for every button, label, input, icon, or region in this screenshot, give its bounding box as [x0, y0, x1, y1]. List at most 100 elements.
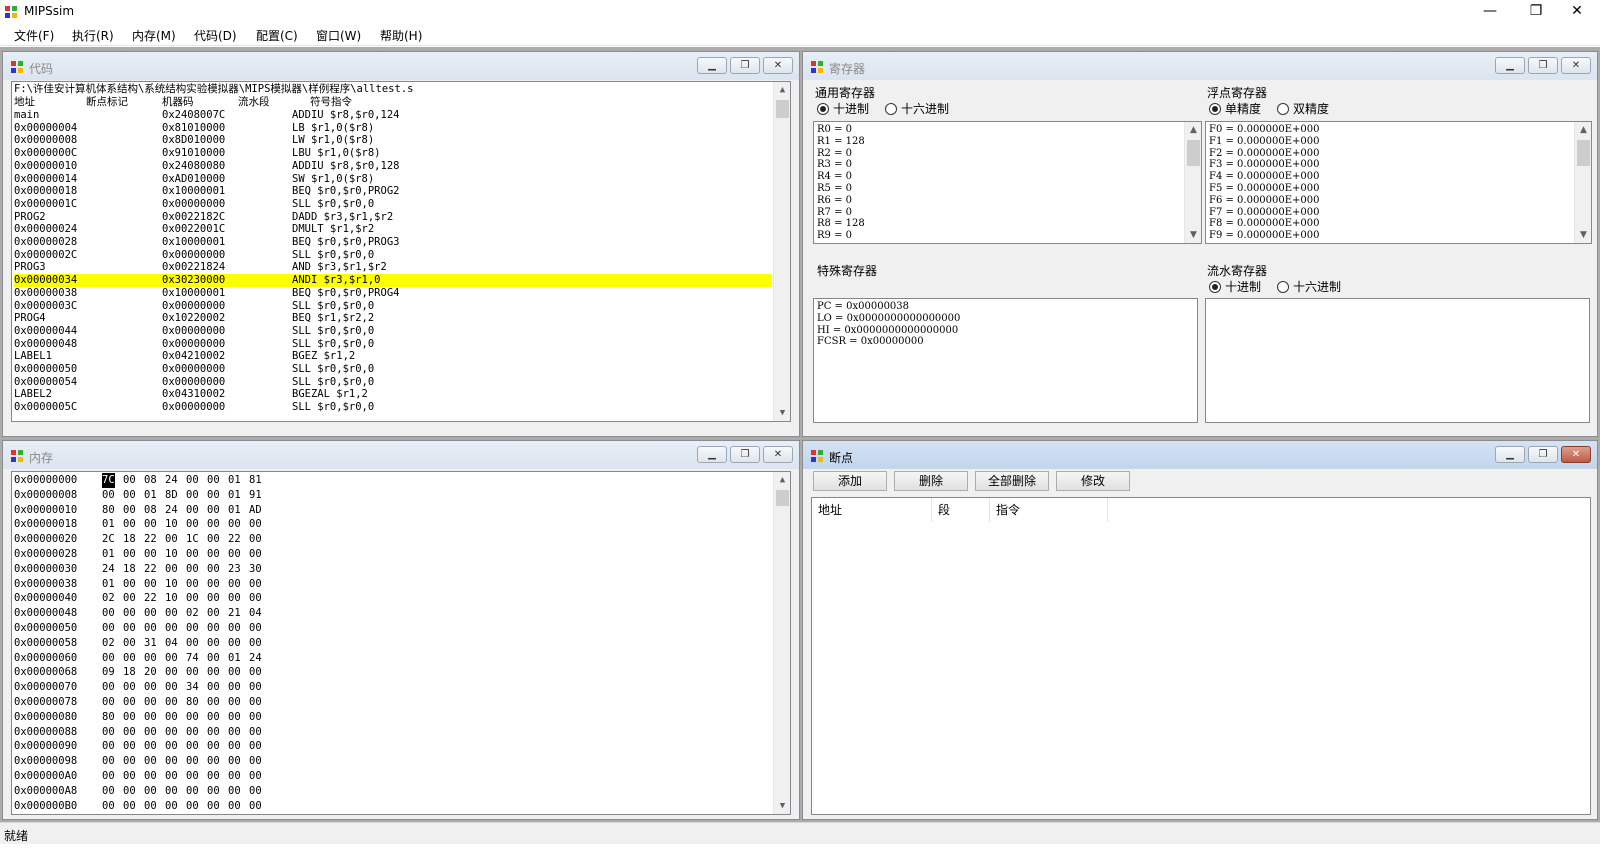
memory-byte[interactable]: 74 [186, 651, 199, 666]
memory-byte[interactable]: 00 [165, 739, 178, 754]
memory-byte[interactable]: 00 [102, 725, 115, 740]
memory-byte[interactable]: 00 [207, 784, 220, 799]
memory-byte[interactable]: 00 [186, 665, 199, 680]
memory-byte[interactable]: 00 [228, 695, 241, 710]
modify-button[interactable]: 修改 [1056, 471, 1130, 491]
memory-byte[interactable]: 10 [165, 577, 178, 592]
memory-byte[interactable]: 00 [123, 784, 136, 799]
memory-byte[interactable]: 00 [228, 680, 241, 695]
memory-byte[interactable]: 00 [144, 710, 157, 725]
memory-byte[interactable]: 00 [207, 636, 220, 651]
memory-byte[interactable]: 00 [144, 517, 157, 532]
memory-byte[interactable]: 00 [123, 517, 136, 532]
memory-byte[interactable]: 00 [207, 517, 220, 532]
memory-byte[interactable]: 1C [186, 532, 199, 547]
memory-byte[interactable]: 7C [102, 473, 115, 488]
memory-window-titlebar[interactable]: 内存 ▁ ❐ ✕ [3, 441, 799, 469]
memory-byte[interactable]: 00 [186, 591, 199, 606]
scroll-down-icon[interactable]: ▼ [1575, 227, 1591, 243]
memory-byte[interactable]: 01 [144, 488, 157, 503]
memory-byte[interactable]: 00 [102, 695, 115, 710]
code-row[interactable]: 0x00000050 0x00000000 SLL $r0,$r0,0 [14, 363, 772, 376]
pipeline-decimal-radio[interactable]: 十进制 [1209, 278, 1261, 295]
memory-byte[interactable]: 00 [144, 547, 157, 562]
memory-byte[interactable]: 00 [249, 725, 262, 740]
memory-byte[interactable]: 00 [123, 651, 136, 666]
minimize-button[interactable]: — [1467, 0, 1513, 24]
memory-byte[interactable]: 00 [165, 665, 178, 680]
memory-byte[interactable]: 00 [249, 769, 262, 784]
code-row[interactable]: 0x00000034 0x30230000 ANDI $r3,$r1,0 [14, 274, 772, 287]
memory-byte[interactable]: 00 [165, 784, 178, 799]
memory-byte[interactable]: 00 [186, 725, 199, 740]
code-row[interactable]: 0x00000014 0xAD010000 SW $r1,0($r8) [14, 173, 772, 186]
memory-byte[interactable]: 02 [186, 606, 199, 621]
memory-byte[interactable]: 02 [102, 636, 115, 651]
memory-byte[interactable]: 10 [165, 517, 178, 532]
memory-byte[interactable]: 00 [123, 799, 136, 814]
float-double-radio[interactable]: 双精度 [1277, 100, 1329, 117]
memory-byte[interactable]: 00 [165, 651, 178, 666]
restore-icon[interactable]: ❐ [1528, 446, 1558, 463]
memory-byte[interactable]: 00 [207, 606, 220, 621]
memory-byte[interactable]: 00 [228, 621, 241, 636]
memory-byte[interactable]: 00 [144, 577, 157, 592]
memory-byte[interactable]: 00 [207, 665, 220, 680]
memory-byte[interactable]: 00 [123, 754, 136, 769]
memory-byte[interactable]: 80 [186, 695, 199, 710]
breakpoint-window-titlebar[interactable]: 断点 ▁ ❐ ✕ [803, 441, 1597, 469]
memory-byte[interactable]: 00 [165, 621, 178, 636]
memory-byte[interactable]: 00 [207, 473, 220, 488]
code-row[interactable]: 0x0000000C 0x91010000 LBU $r1,0($r8) [14, 147, 772, 160]
memory-byte[interactable]: 00 [144, 680, 157, 695]
memory-byte[interactable]: 00 [186, 517, 199, 532]
memory-byte[interactable]: 00 [207, 725, 220, 740]
memory-byte[interactable]: 08 [144, 473, 157, 488]
memory-byte[interactable]: 24 [249, 651, 262, 666]
memory-byte[interactable]: 00 [123, 769, 136, 784]
memory-byte[interactable]: 00 [123, 739, 136, 754]
memory-byte[interactable]: 00 [144, 769, 157, 784]
memory-byte[interactable]: 00 [165, 695, 178, 710]
memory-byte[interactable]: 00 [165, 799, 178, 814]
memory-byte[interactable]: 00 [249, 547, 262, 562]
memory-byte[interactable]: 00 [207, 799, 220, 814]
code-row[interactable]: 0x0000001C 0x00000000 SLL $r0,$r0,0 [14, 198, 772, 211]
memory-byte[interactable]: 00 [249, 532, 262, 547]
code-row[interactable]: 0x00000048 0x00000000 SLL $r0,$r0,0 [14, 338, 772, 351]
code-row[interactable]: 0x00000008 0x8D010000 LW $r1,0($r8) [14, 134, 772, 147]
float-single-radio[interactable]: 单精度 [1209, 100, 1261, 117]
code-row[interactable]: 0x00000028 0x10000001 BEQ $r0,$r0,PROG3 [14, 236, 772, 249]
minimize-icon[interactable]: ▁ [697, 57, 727, 74]
scroll-down-icon[interactable]: ▼ [774, 405, 790, 421]
memory-byte[interactable]: 00 [249, 665, 262, 680]
close-icon[interactable]: ✕ [1561, 57, 1591, 74]
memory-byte[interactable]: 00 [207, 532, 220, 547]
memory-byte[interactable]: 00 [123, 725, 136, 740]
memory-byte[interactable]: 00 [144, 651, 157, 666]
memory-byte[interactable]: 00 [207, 680, 220, 695]
memory-byte[interactable]: 00 [207, 754, 220, 769]
memory-byte[interactable]: 00 [186, 547, 199, 562]
memory-byte[interactable]: 00 [249, 680, 262, 695]
memory-byte[interactable]: 04 [165, 636, 178, 651]
pipeline-registers-list[interactable] [1205, 298, 1590, 423]
scroll-down-icon[interactable]: ▼ [1185, 227, 1201, 243]
memory-byte[interactable]: 80 [102, 710, 115, 725]
pipeline-hex-radio[interactable]: 十六进制 [1277, 278, 1341, 295]
memory-byte[interactable]: 00 [228, 799, 241, 814]
memory-byte[interactable]: 00 [249, 636, 262, 651]
memory-byte[interactable]: 00 [102, 769, 115, 784]
memory-byte[interactable]: 00 [207, 547, 220, 562]
scroll-up-icon[interactable]: ▲ [1575, 122, 1591, 138]
scroll-thumb[interactable] [1187, 140, 1200, 166]
restore-icon[interactable]: ❐ [730, 446, 760, 463]
memory-byte[interactable]: 00 [186, 769, 199, 784]
memory-byte[interactable]: 20 [144, 665, 157, 680]
scroll-up-icon[interactable]: ▲ [1185, 122, 1201, 138]
memory-byte[interactable]: 01 [228, 473, 241, 488]
memory-byte[interactable]: 00 [207, 577, 220, 592]
memory-byte[interactable]: 00 [102, 754, 115, 769]
menu-config[interactable]: 配置(C) [256, 27, 298, 44]
memory-byte[interactable]: 00 [186, 488, 199, 503]
